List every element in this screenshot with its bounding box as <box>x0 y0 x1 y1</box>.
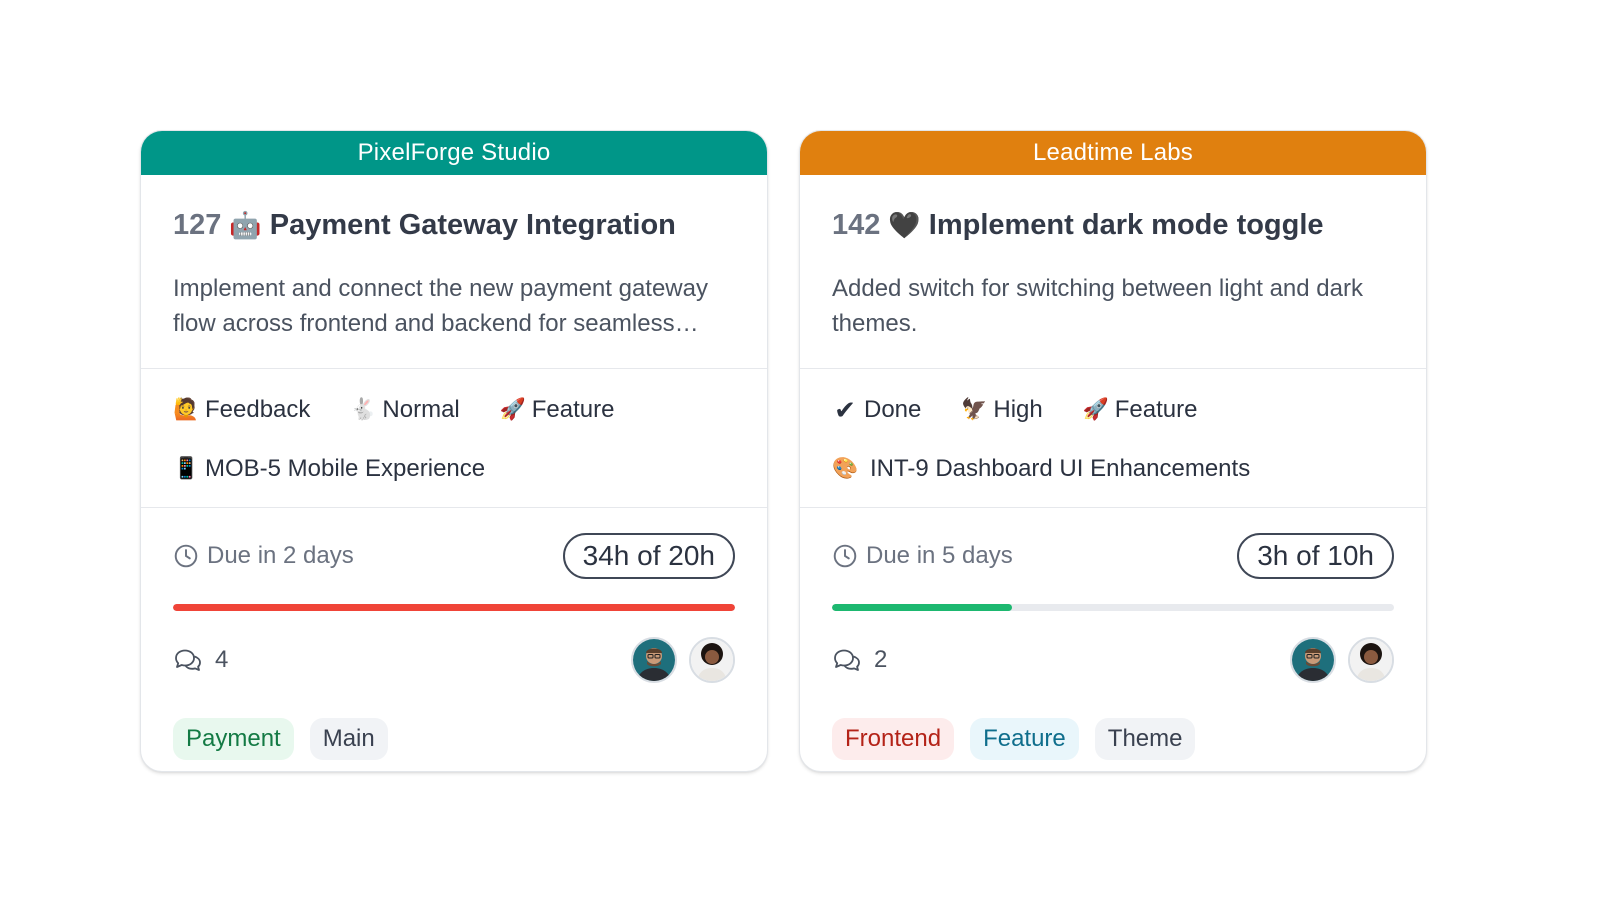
status-label: Feedback <box>205 396 311 423</box>
type-label: Feature <box>1114 396 1198 423</box>
priority-label: High <box>993 396 1043 423</box>
task-title[interactable]: Implement dark mode toggle <box>929 209 1324 242</box>
assignees <box>1278 637 1394 683</box>
task-tracking: Due in 5 days 3h of 10h 2 Frontend Featu… <box>800 508 1426 771</box>
progress-fill <box>832 604 1012 611</box>
task-title-row[interactable]: 127 🤖 Payment Gateway Integration <box>173 205 735 245</box>
project-label: MOB-5 Mobile Experience <box>205 455 486 482</box>
status-property[interactable]: 🙋 Feedback <box>173 396 310 424</box>
progress-bar <box>173 604 735 611</box>
project-property[interactable]: 🎨 INT-9 Dashboard UI Enhancements <box>832 455 1250 483</box>
comments-icon <box>834 649 860 671</box>
type-property[interactable]: 🚀 Feature <box>500 396 615 424</box>
comments-count[interactable]: 2 <box>832 646 887 674</box>
task-description: Added switch for switching between light… <box>832 275 1363 337</box>
task-card[interactable]: PixelForge Studio 127 🤖 Payment Gateway … <box>140 130 768 772</box>
type-property[interactable]: 🚀 Feature <box>1083 396 1198 424</box>
tag-payment[interactable]: Payment <box>173 718 294 760</box>
time-tracking-pill[interactable]: 34h of 20h <box>562 533 735 579</box>
rabbit-icon: 🐇 <box>350 398 377 421</box>
clock-icon <box>174 544 198 568</box>
task-summary: 127 🤖 Payment Gateway Integration Implem… <box>141 175 767 369</box>
comments-label: 2 <box>874 646 888 673</box>
comments-icon <box>175 649 201 671</box>
task-number: 127 <box>173 208 222 241</box>
type-label: Feature <box>531 396 615 423</box>
task-title[interactable]: Payment Gateway Integration <box>270 209 676 242</box>
task-title-row[interactable]: 142 🖤 Implement dark mode toggle <box>832 205 1394 245</box>
status-label: Done <box>864 396 922 423</box>
tag-feature[interactable]: Feature <box>970 718 1079 760</box>
task-card[interactable]: Leadtime Labs 142 🖤 Implement dark mode … <box>799 130 1427 772</box>
woman-curly-hair-avatar[interactable] <box>689 637 735 683</box>
checkmark-icon: ✔ <box>834 394 856 425</box>
organization-header: Leadtime Labs <box>800 131 1426 175</box>
due-date[interactable]: Due in 5 days <box>832 542 1013 570</box>
due-label: Due in 2 days <box>207 542 354 569</box>
man-with-glasses-avatar[interactable] <box>1290 637 1336 683</box>
robot-icon: 🤖 <box>229 209 262 240</box>
organization-header: PixelForge Studio <box>141 131 767 175</box>
task-properties: 🙋 Feedback 🐇 Normal 🚀 Feature 📱 MOB-5 Mo… <box>141 369 767 508</box>
raising-hand-icon: 🙋 <box>173 398 200 421</box>
task-description: Implement and connect the new payment ga… <box>173 275 708 337</box>
rocket-icon: 🚀 <box>499 398 526 421</box>
task-tracking: Due in 2 days 34h of 20h 4 Payment Main <box>141 508 767 771</box>
priority-label: Normal <box>382 396 460 423</box>
woman-curly-hair-avatar[interactable] <box>1348 637 1394 683</box>
task-number: 142 <box>832 208 881 241</box>
palette-icon: 🎨 <box>832 457 859 480</box>
priority-property[interactable]: 🐇 Normal <box>350 396 459 424</box>
project-label: INT-9 Dashboard UI Enhancements <box>870 455 1251 482</box>
time-tracking-pill[interactable]: 3h of 10h <box>1237 533 1394 579</box>
project-property[interactable]: 📱 MOB-5 Mobile Experience <box>173 455 485 483</box>
comments-count[interactable]: 4 <box>173 646 228 674</box>
comments-label: 4 <box>215 646 229 673</box>
tags: Payment Main <box>173 718 735 760</box>
progress-fill <box>173 604 735 611</box>
due-label: Due in 5 days <box>866 542 1013 569</box>
tag-main[interactable]: Main <box>309 718 388 760</box>
task-properties: ✔ Done 🦅 High 🚀 Feature 🎨 INT-9 Dashboar… <box>800 369 1426 508</box>
assignees <box>619 637 735 683</box>
clock-icon <box>833 544 857 568</box>
tags: Frontend Feature Theme <box>832 718 1394 760</box>
tag-frontend[interactable]: Frontend <box>832 718 955 760</box>
black-heart-icon: 🖤 <box>888 209 921 240</box>
progress-bar <box>832 604 1394 611</box>
task-summary: 142 🖤 Implement dark mode toggle Added s… <box>800 175 1426 369</box>
rocket-icon: 🚀 <box>1082 398 1109 421</box>
tag-theme[interactable]: Theme <box>1094 718 1196 760</box>
status-property[interactable]: ✔ Done <box>832 395 921 426</box>
man-with-glasses-avatar[interactable] <box>631 637 677 683</box>
mobile-phone-icon: 📱 <box>173 457 200 480</box>
priority-property[interactable]: 🦅 High <box>961 396 1042 424</box>
due-date[interactable]: Due in 2 days <box>173 542 354 570</box>
eagle-icon: 🦅 <box>961 398 988 421</box>
